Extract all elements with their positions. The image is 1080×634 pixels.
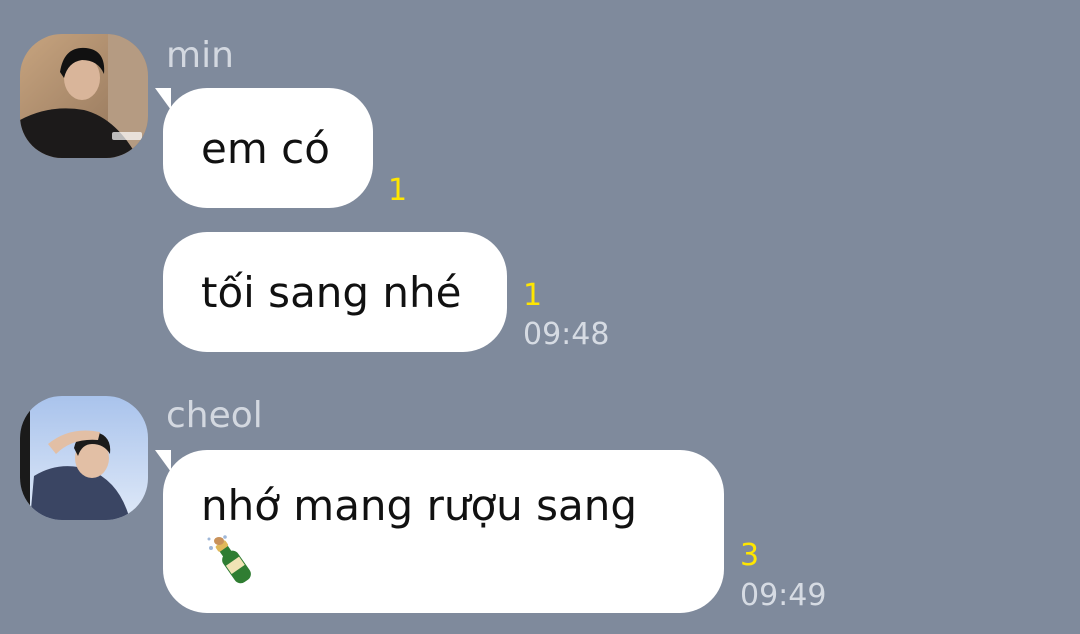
avatar-cheol[interactable] [20, 396, 148, 520]
sender-name-min: min [166, 35, 234, 76]
read-count: 1 [523, 278, 543, 313]
message-bubble[interactable]: tối sang nhé [163, 232, 507, 352]
bubble-tail [155, 450, 171, 472]
message-bubble[interactable]: em có [163, 88, 373, 208]
message-bubble[interactable]: nhớ mang rượu sang [163, 450, 724, 613]
read-count: 3 [740, 538, 760, 573]
message-timestamp: 09:48 [523, 317, 610, 352]
avatar-min[interactable] [20, 34, 148, 158]
message-text: tối sang nhé [201, 268, 462, 317]
bottle-with-popping-cork-icon [201, 534, 263, 590]
read-count: 1 [388, 173, 408, 208]
avatar-photo-min [20, 34, 148, 158]
sender-name-cheol: cheol [166, 395, 263, 436]
message-text: nhớ mang rượu sang [201, 481, 638, 530]
message-timestamp: 09:49 [740, 578, 827, 613]
message-text: em có [201, 124, 330, 173]
bubble-tail [155, 88, 171, 110]
avatar-photo-cheol [20, 396, 148, 520]
